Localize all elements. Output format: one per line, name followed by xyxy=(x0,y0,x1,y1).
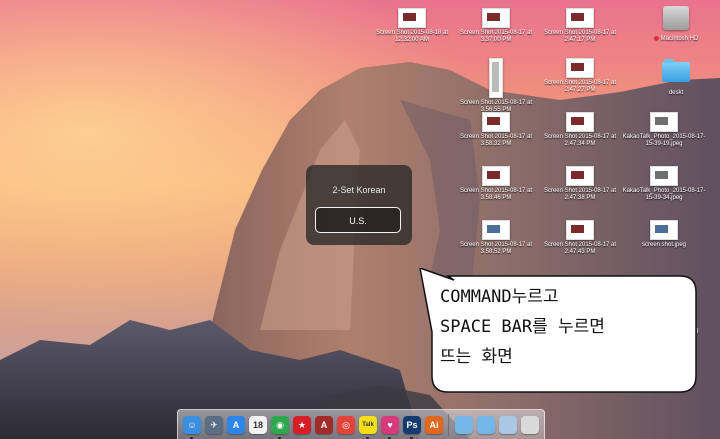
file-label: Screen Shot 2015-08-17 at 2.47.27 PM xyxy=(543,80,617,93)
dock-separator xyxy=(448,414,449,436)
desktop-file[interactable]: screen shot.jpeg xyxy=(620,220,708,249)
file-label: screen shot.jpeg xyxy=(641,242,687,248)
heart-app-icon[interactable]: ♥ xyxy=(381,416,399,434)
desktop-file[interactable]: KakaoTalk_Photo_2015-08-17-15-39-19.jpeg xyxy=(620,112,708,148)
file-label: Screen Shot 2015-08-17 at 3.58.32 PM xyxy=(459,134,533,147)
app-store-icon[interactable]: A xyxy=(227,416,245,434)
file-thumbnail-icon xyxy=(566,58,594,78)
file-thumbnail-icon xyxy=(398,8,426,28)
file-thumbnail-icon xyxy=(482,8,510,28)
finder-icon[interactable]: ☺ xyxy=(183,416,201,434)
trash-icon[interactable] xyxy=(521,416,539,434)
desktop-file[interactable]: Screen Shot 2015-08-17 at 2.47.27 PM xyxy=(536,58,624,94)
folder-icon[interactable] xyxy=(662,59,690,82)
chrome-icon[interactable]: ◉ xyxy=(271,416,289,434)
desktop-file[interactable]: KakaoTalk_Photo_2015-08-17-15-39-34.jpeg xyxy=(620,166,708,202)
hard-drive-icon[interactable] xyxy=(663,6,689,30)
file-thumbnail-icon xyxy=(650,220,678,240)
folder-label[interactable]: deskt xyxy=(631,90,720,97)
app-red-icon[interactable]: ◎ xyxy=(337,416,355,434)
file-label: Screen Shot 2015-08-17 at 3.58.52 PM xyxy=(459,242,533,255)
file-label: Screen Shot 2015-08-17 at 3.37.00 PM xyxy=(459,30,533,43)
file-thumbnail-icon xyxy=(482,112,510,132)
file-label: Screen Shot 2015-08-18 at 12.32.00 AM xyxy=(375,30,449,43)
desktop-file[interactable]: Screen Shot 2015-08-17 at 2.47.38 PM xyxy=(536,166,624,202)
file-thumbnail-icon xyxy=(482,220,510,240)
file-label: Screen Shot 2015-08-17 at 2.47.34 PM xyxy=(543,134,617,147)
file-thumbnail-icon xyxy=(650,112,678,132)
input-source-selected[interactable]: U.S. xyxy=(315,207,401,233)
desktop-file[interactable]: Screen Shot 2015-08-17 at 2.47.34 PM xyxy=(536,112,624,148)
downloads-stack-icon[interactable] xyxy=(477,416,495,434)
file-label: Screen Shot 2015-08-17 at 2.47.38 PM xyxy=(543,188,617,201)
file-label: KakaoTalk_Photo_2015-08-17-15-39-19.jpeg xyxy=(622,134,706,147)
desktop: Screen Shot 2015-08-18 at 12.32.00 AM Scr… xyxy=(0,0,720,439)
dock: ☺ ✈ A 18 ◉ ★ A ◎ Talk ♥ Ps Ai xyxy=(177,409,545,439)
volume-label[interactable]: Macintosh HD xyxy=(631,36,720,43)
file-thumbnail-icon xyxy=(566,8,594,28)
file-thumbnail-icon xyxy=(566,220,594,240)
desktop-file[interactable]: Screen Shot 2015-08-17 at 3.37.00 PM xyxy=(452,8,540,44)
desktop-file[interactable]: Screen Shot 2015-08-17 at 3.58.52 PM xyxy=(452,220,540,256)
desktop-file[interactable]: Screen Shot 2015-08-18 at 12.32.00 AM xyxy=(368,8,456,44)
file-thumbnail-icon xyxy=(566,166,594,186)
file-label: Screen Shot 2015-08-17 at 2.47.43 PM xyxy=(543,242,617,255)
file-label: KakaoTalk_Photo_2015-08-17-15-39-34.jpeg xyxy=(622,188,706,201)
annotation-text: COMMAND누르고 SPACE BAR를 누르면 뜨는 화면 xyxy=(440,287,605,367)
file-label: Screen Shot 2015-08-17 at 3.58.46 PM xyxy=(459,188,533,201)
calendar-icon[interactable]: 18 xyxy=(249,416,267,434)
file-thumbnail-icon xyxy=(566,112,594,132)
file-thumbnail-icon xyxy=(482,166,510,186)
input-source-option[interactable]: 2-Set Korean xyxy=(306,185,412,195)
kakaotalk-icon[interactable]: Talk xyxy=(359,416,377,434)
pinterest-icon[interactable]: ★ xyxy=(293,416,311,434)
file-thumbnail-icon xyxy=(489,58,503,98)
folder-stack-icon[interactable] xyxy=(455,416,473,434)
red-dot-icon xyxy=(653,36,659,41)
desktop-file[interactable]: Screen Shot 2015-08-17 at 2.47.43 PM xyxy=(536,220,624,256)
desktop-file[interactable]: Screen Shot 2015-08-17 at 3.58.32 PM xyxy=(452,112,540,148)
file-label: Screen Shot 2015-08-17 at 2.47.17 PM xyxy=(543,30,617,43)
acrobat-icon[interactable]: A xyxy=(315,416,333,434)
desktop-file[interactable]: Screen Shot 2015-08-17 at 3.56.55 PM xyxy=(452,58,540,114)
launchpad-icon[interactable]: ✈ xyxy=(205,416,223,434)
desktop-file[interactable]: Screen Shot 2015-08-17 at 3.58.46 PM xyxy=(452,166,540,202)
photoshop-icon[interactable]: Ps xyxy=(403,416,421,434)
documents-stack-icon[interactable] xyxy=(499,416,517,434)
file-thumbnail-icon xyxy=(650,166,678,186)
illustrator-icon[interactable]: Ai xyxy=(425,416,443,434)
input-source-switcher: 2-Set Korean U.S. xyxy=(306,165,412,245)
desktop-file[interactable]: Screen Shot 2015-08-17 at 2.47.17 PM xyxy=(536,8,624,44)
